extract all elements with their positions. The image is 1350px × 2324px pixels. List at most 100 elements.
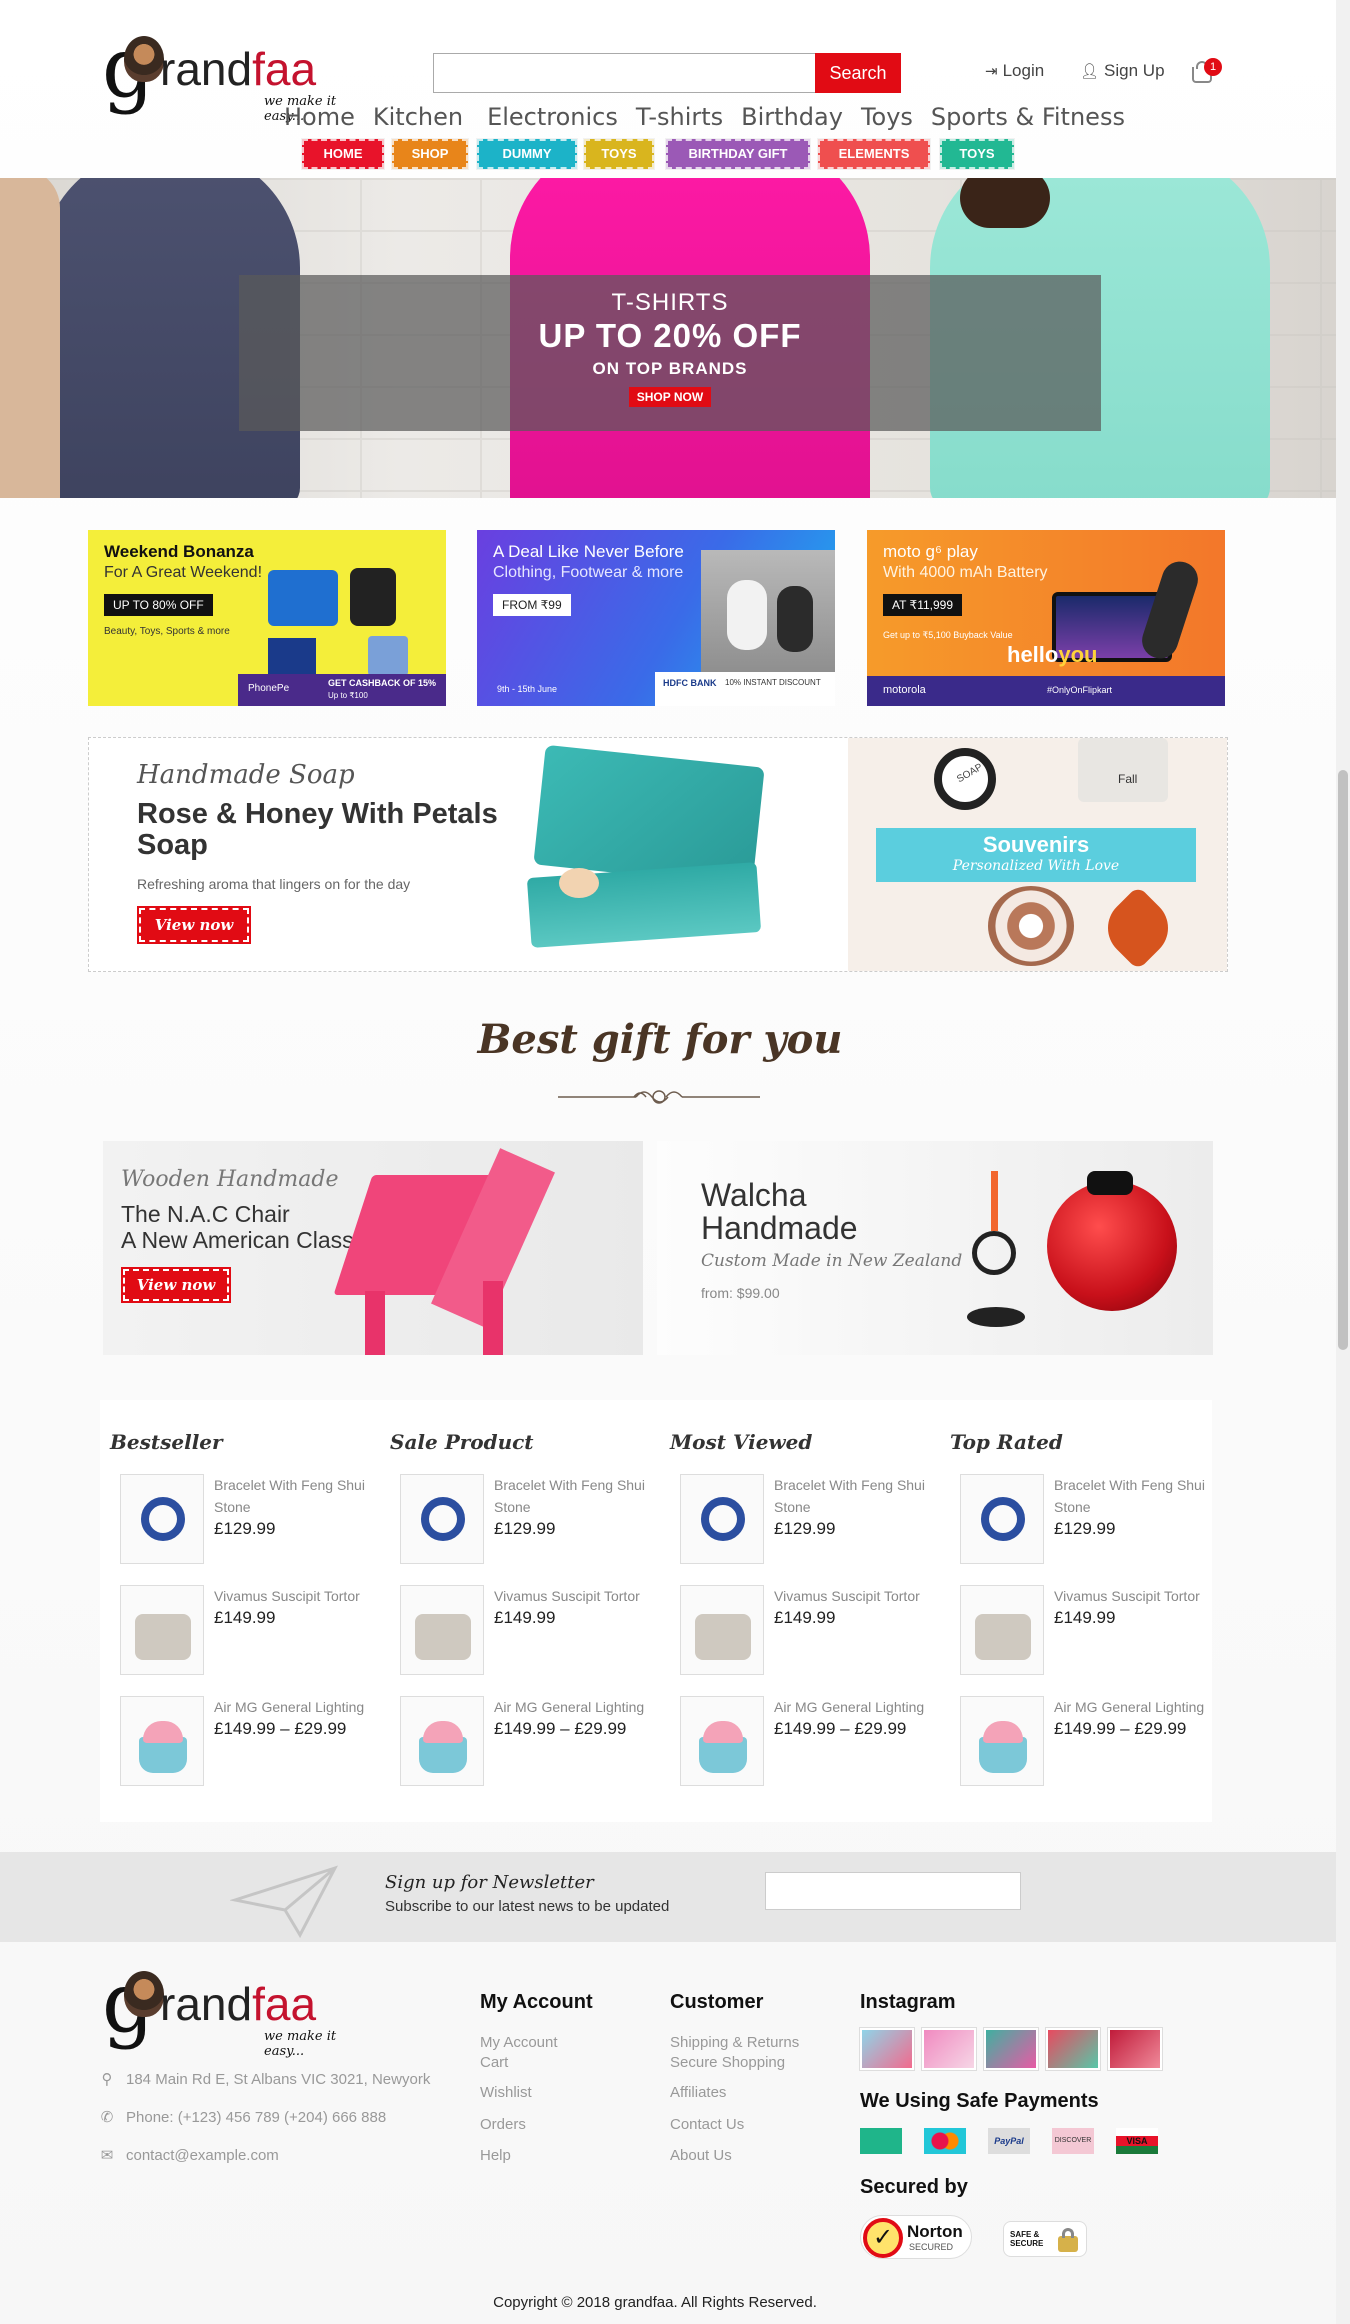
cart-button[interactable]: 1 (1190, 58, 1226, 88)
nav-toys[interactable]: Toys (861, 103, 913, 131)
promo-weekend-bonanza[interactable]: Weekend Bonanza For A Great Weekend! UP … (88, 530, 446, 706)
tag-birthday-gift[interactable]: BIRTHDAY GIFT (665, 138, 811, 170)
product-name[interactable]: Vivamus Suscipit Tortor (774, 1585, 944, 1607)
bracelet-thumb[interactable] (960, 1474, 1044, 1564)
footer-link-shipping[interactable]: Shipping & Returns (670, 2032, 799, 2053)
walcha-script: Custom Made in New Zealand (701, 1251, 963, 1271)
list-item[interactable]: Bracelet With Feng Shui Stone £129.99 (670, 1474, 940, 1585)
newsletter-email-input[interactable] (765, 1872, 1021, 1910)
paypal-icon: PayPal (988, 2128, 1030, 2154)
promo-note: Beauty, Toys, Sports & more (104, 626, 230, 637)
search-input[interactable] (433, 53, 817, 93)
list-item[interactable]: Bracelet With Feng Shui Stone £129.99 (950, 1474, 1220, 1585)
search-button[interactable]: Search (815, 53, 901, 93)
signup-link[interactable]: 👤︎ Sign Up (1080, 61, 1165, 81)
promo-subtitle: For A Great Weekend! (104, 564, 263, 581)
footer-link-my-account[interactable]: My Account (480, 2032, 558, 2053)
nav-kitchen[interactable]: Kitchen (373, 103, 463, 131)
customer-heading: Customer (670, 1991, 764, 2013)
bracelet-thumb[interactable] (680, 1474, 764, 1564)
product-name[interactable]: Air MG General Lighting (774, 1696, 944, 1718)
product-name[interactable]: Bracelet With Feng Shui Stone (1054, 1474, 1224, 1518)
cupcake-thumb[interactable] (960, 1696, 1044, 1786)
instagram-photo[interactable] (1107, 2027, 1163, 2071)
instagram-photo[interactable] (983, 2027, 1039, 2071)
pouch-thumb[interactable] (960, 1585, 1044, 1675)
footer-link-about[interactable]: About Us (670, 2145, 732, 2166)
pouch-thumb[interactable] (120, 1585, 204, 1675)
list-item[interactable]: Vivamus Suscipit Tortor £149.99 (110, 1585, 380, 1696)
product-name[interactable]: Air MG General Lighting (494, 1696, 664, 1718)
footer-link-affiliates[interactable]: Affiliates (670, 2082, 726, 2103)
chair-banner[interactable]: Wooden Handmade The N.A.C Chair A New Am… (103, 1141, 643, 1355)
ornament-divider-icon (556, 1086, 762, 1108)
tag-home[interactable]: HOME (301, 138, 385, 170)
footer-link-wishlist[interactable]: Wishlist (480, 2082, 532, 2103)
product-name[interactable]: Bracelet With Feng Shui Stone (214, 1474, 384, 1518)
product-name[interactable]: Air MG General Lighting (214, 1696, 384, 1718)
product-name[interactable]: Vivamus Suscipit Tortor (1054, 1585, 1224, 1607)
nav-birthday[interactable]: Birthday (741, 103, 843, 131)
paper-plane-icon (229, 1860, 340, 1940)
hero-shop-now-button[interactable]: SHOP NOW (628, 387, 712, 407)
nav-electronics[interactable]: Electronics (487, 103, 618, 131)
list-item[interactable]: Air MG General Lighting £149.99 – £29.99 (390, 1696, 660, 1807)
product-name[interactable]: Bracelet With Feng Shui Stone (494, 1474, 664, 1518)
tag-shop[interactable]: SHOP (391, 138, 469, 170)
soap-title-1: Rose & Honey With Petals (137, 798, 498, 830)
footer-link-cart[interactable]: Cart (480, 2052, 508, 2073)
moto-brand: motorola (883, 684, 926, 696)
nav-home[interactable]: Home (284, 103, 355, 131)
product-name[interactable]: Bracelet With Feng Shui Stone (774, 1474, 944, 1518)
bracelet-thumb[interactable] (120, 1474, 204, 1564)
footer-logo[interactable]: g randfaa we make it easy... (102, 1963, 362, 2060)
nav-sports-fitness[interactable]: Sports & Fitness (931, 103, 1125, 131)
chair-view-now-button[interactable]: View now (121, 1267, 231, 1303)
bracelet-thumb[interactable] (400, 1474, 484, 1564)
soap-view-now-button[interactable]: View now (137, 906, 251, 944)
list-item[interactable]: Air MG General Lighting £149.99 – £29.99 (950, 1696, 1220, 1807)
list-item[interactable]: Bracelet With Feng Shui Stone £129.99 (390, 1474, 660, 1585)
newsletter-title: Sign up for Newsletter (385, 1872, 594, 1893)
list-item[interactable]: Vivamus Suscipit Tortor £149.99 (950, 1585, 1220, 1696)
product-price: £129.99 (1054, 1519, 1116, 1538)
list-item[interactable]: Vivamus Suscipit Tortor £149.99 (390, 1585, 660, 1696)
logo-avatar-icon (124, 1971, 164, 2017)
footer-link-help[interactable]: Help (480, 2145, 511, 2166)
tag-toys-2[interactable]: TOYS (939, 138, 1015, 170)
footer-email[interactable]: ✉ contact@example.com (100, 2145, 279, 2166)
email-text[interactable]: contact@example.com (126, 2147, 279, 2164)
instagram-photo[interactable] (1045, 2027, 1101, 2071)
cupcake-thumb[interactable] (680, 1696, 764, 1786)
footer-link-orders[interactable]: Orders (480, 2114, 526, 2135)
walcha-banner[interactable]: Walcha Handmade Custom Made in New Zeala… (657, 1141, 1213, 1355)
page-scrollbar[interactable] (1336, 0, 1350, 2324)
product-name[interactable]: Vivamus Suscipit Tortor (494, 1585, 664, 1607)
list-item[interactable]: Air MG General Lighting £149.99 – £29.99 (110, 1696, 380, 1807)
footer-link-secure-shopping[interactable]: Secure Shopping (670, 2052, 785, 2073)
instagram-photo[interactable] (859, 2027, 915, 2071)
tag-toys[interactable]: TOYS (583, 138, 655, 170)
tag-elements[interactable]: ELEMENTS (817, 138, 931, 170)
promo-deal[interactable]: A Deal Like Never Before Clothing, Footw… (477, 530, 835, 706)
product-name[interactable]: Vivamus Suscipit Tortor (214, 1585, 384, 1607)
pouch-thumb[interactable] (680, 1585, 764, 1675)
pouch-thumb[interactable] (400, 1585, 484, 1675)
map-pin-icon: ⚲ (101, 2071, 113, 2088)
list-item[interactable]: Vivamus Suscipit Tortor £149.99 (670, 1585, 940, 1696)
promo-moto[interactable]: moto g⁶ play With 4000 mAh Battery AT ₹1… (867, 530, 1225, 706)
cart-count-badge: 1 (1204, 58, 1222, 76)
login-link[interactable]: ⇥ Login (985, 61, 1044, 81)
product-name[interactable]: Air MG General Lighting (1054, 1696, 1224, 1718)
footer-link-contact[interactable]: Contact Us (670, 2114, 744, 2135)
list-item[interactable]: Air MG General Lighting £149.99 – £29.99 (670, 1696, 940, 1807)
cupcake-thumb[interactable] (120, 1696, 204, 1786)
product-price: £129.99 (774, 1519, 836, 1538)
cupcake-thumb[interactable] (400, 1696, 484, 1786)
nav-tshirts[interactable]: T-shirts (636, 103, 723, 131)
tag-dummy[interactable]: DUMMY (476, 138, 578, 170)
instagram-photo[interactable] (921, 2027, 977, 2071)
search-field[interactable] (434, 54, 816, 92)
scrollbar-thumb[interactable] (1338, 770, 1348, 1350)
list-item[interactable]: Bracelet With Feng Shui Stone £129.99 (110, 1474, 380, 1585)
